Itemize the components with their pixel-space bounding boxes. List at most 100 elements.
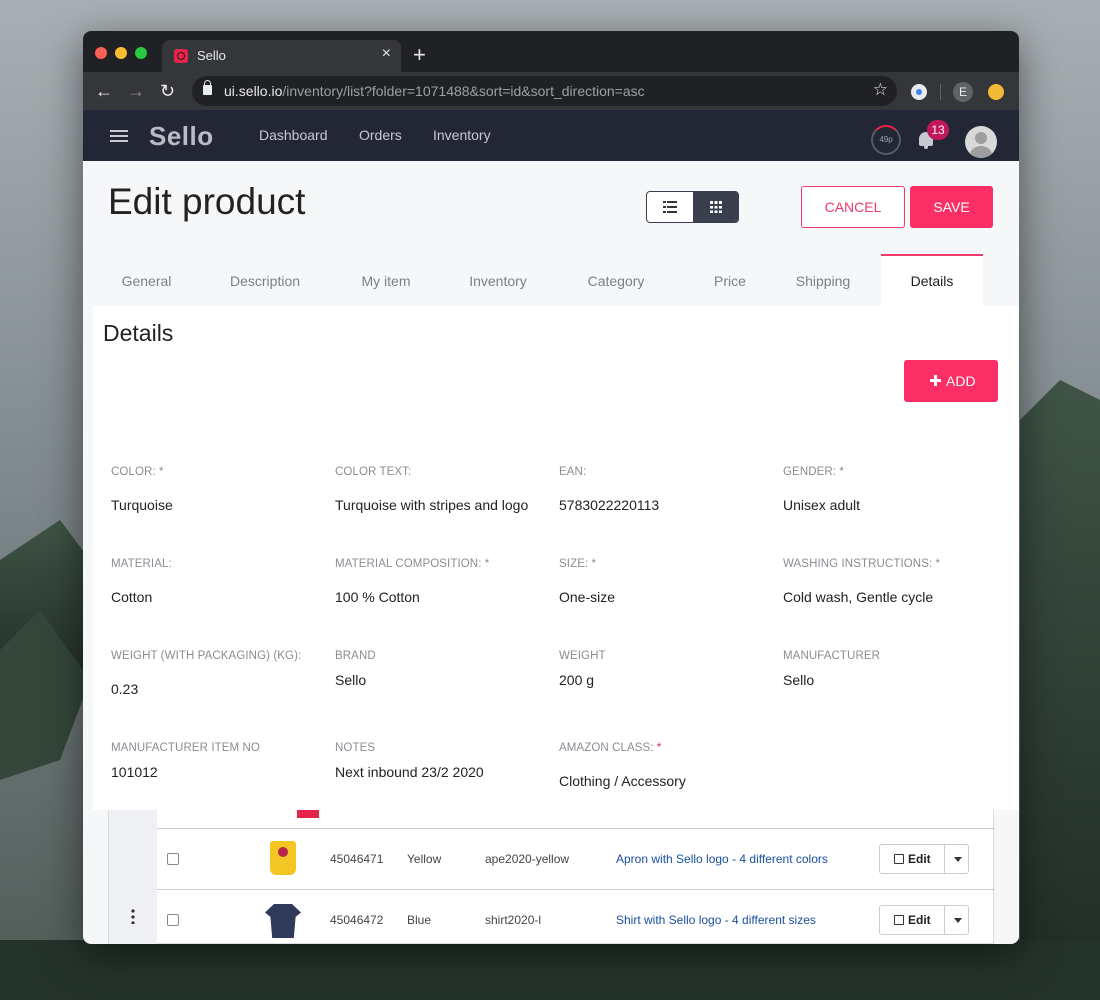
tab-details[interactable]: Details: [881, 254, 983, 306]
new-tab-button[interactable]: +: [413, 42, 426, 68]
list-view-button[interactable]: [647, 192, 693, 222]
notification-count-badge: 13: [927, 120, 949, 140]
tab-inventory[interactable]: Inventory: [448, 254, 548, 306]
field-label: AMAZON CLASS: *: [559, 742, 779, 754]
nav-orders[interactable]: Orders: [359, 127, 402, 143]
url-input[interactable]: ui.sello.io/inventory/list?folder=107148…: [192, 76, 897, 106]
sello-favicon-icon: [174, 49, 188, 63]
nav-dashboard[interactable]: Dashboard: [259, 127, 328, 143]
field-manufacturer-item-no[interactable]: MANUFACTURER ITEM NO 101012: [111, 742, 331, 780]
cancel-button[interactable]: CANCEL: [801, 186, 905, 228]
view-toggle: [646, 191, 739, 223]
field-ean[interactable]: EAN: 5783022220113: [559, 466, 779, 513]
field-value: Next inbound 23/2 2020: [335, 764, 484, 780]
table-row[interactable]: 45046471 Yellow ape2020-yellow Apron wit…: [157, 828, 995, 889]
field-weight-packaging[interactable]: WEIGHT (WITH PACKAGING) (KG): 0.23: [111, 650, 331, 697]
details-heading: Details: [103, 320, 174, 346]
toolbar-divider: [940, 84, 941, 100]
hamburger-menu-icon[interactable]: [110, 130, 128, 142]
row-checkbox[interactable]: [167, 914, 179, 926]
row-color: Blue: [407, 913, 432, 927]
row-checkbox[interactable]: [167, 853, 179, 865]
save-button[interactable]: SAVE: [910, 186, 993, 228]
field-label: COLOR: *: [111, 466, 164, 478]
field-label-text: AMAZON CLASS:: [559, 742, 654, 754]
field-material[interactable]: MATERIAL: Cotton: [111, 558, 331, 605]
field-manufacturer[interactable]: MANUFACTURER Sello: [783, 650, 1003, 688]
apron-thumbnail: [270, 841, 296, 875]
field-brand[interactable]: BRAND Sello: [335, 650, 555, 688]
field-amazon-class[interactable]: AMAZON CLASS: * Clothing / Accessory: [559, 742, 779, 789]
grid-icon: [710, 201, 722, 213]
field-label: MANUFACTURER ITEM NO: [111, 742, 260, 754]
inventory-table-background: 45046471 Yellow ape2020-yellow Apron wit…: [108, 810, 995, 944]
tab-price[interactable]: Price: [680, 254, 780, 306]
list-icon: [663, 201, 677, 213]
kebab-menu-icon[interactable]: [131, 908, 135, 924]
tab-category[interactable]: Category: [566, 254, 666, 306]
edit-divider: [944, 906, 945, 934]
field-washing-instructions[interactable]: WASHING INSTRUCTIONS: * Cold wash, Gentl…: [783, 558, 1003, 605]
url-path: /inventory/list?folder=1071488&sort=id&s…: [282, 83, 645, 99]
quota-gauge[interactable]: 49p: [871, 125, 901, 155]
back-icon[interactable]: ←: [95, 81, 113, 102]
row-edit-button[interactable]: Edit: [879, 844, 969, 874]
field-value: Clothing / Accessory: [559, 773, 686, 789]
field-label: MATERIAL COMPOSITION: *: [335, 558, 490, 570]
row-edit-button[interactable]: Edit: [879, 905, 969, 935]
field-value: Turquoise: [111, 497, 173, 513]
add-detail-button[interactable]: ADD: [904, 360, 998, 402]
field-notes[interactable]: NOTES Next inbound 23/2 2020: [335, 742, 555, 780]
tab-shipping[interactable]: Shipping: [773, 254, 873, 306]
field-value: Sello: [783, 672, 815, 688]
extension-coin-icon[interactable]: [988, 84, 1004, 100]
field-gender[interactable]: GENDER: * Unisex adult: [783, 466, 1003, 513]
address-bar: ← → ↻ ui.sello.io/inventory/list?folder=…: [83, 72, 1019, 110]
field-color[interactable]: COLOR: * Turquoise: [111, 466, 331, 513]
row-title-link[interactable]: Shirt with Sello logo - 4 different size…: [616, 913, 816, 927]
field-size[interactable]: SIZE: * One-size: [559, 558, 779, 605]
row-title-link[interactable]: Apron with Sello logo - 4 different colo…: [616, 852, 828, 866]
caret-down-icon[interactable]: [954, 857, 962, 862]
row-id: 45046471: [330, 852, 384, 866]
forward-icon[interactable]: →: [127, 81, 145, 102]
reload-icon[interactable]: ↻: [160, 81, 175, 102]
tab-description[interactable]: Description: [205, 254, 325, 306]
user-avatar[interactable]: [965, 126, 997, 158]
field-weight[interactable]: WEIGHT 200 g: [559, 650, 779, 688]
tab-my-item[interactable]: My item: [336, 254, 436, 306]
caret-down-icon[interactable]: [954, 918, 962, 923]
url-host: ui.sello.io: [224, 83, 283, 99]
lock-icon[interactable]: [203, 80, 212, 95]
details-card: Details ADD COLOR: * Turquoise COLOR TEX…: [93, 306, 1019, 810]
row-id: 45046472: [330, 913, 384, 927]
edit-label: Edit: [908, 913, 931, 927]
edit-label: Edit: [908, 852, 931, 866]
minimize-window-button[interactable]: [115, 47, 127, 59]
field-value: 200 g: [559, 672, 595, 688]
extension-icon[interactable]: [911, 84, 927, 100]
url-text: ui.sello.io/inventory/list?folder=107148…: [224, 83, 645, 99]
field-value: Cotton: [111, 589, 153, 605]
close-window-button[interactable]: [95, 47, 107, 59]
edit-divider: [944, 845, 945, 873]
field-color-text[interactable]: COLOR TEXT: Turquoise with stripes and l…: [335, 466, 555, 513]
grid-view-button[interactable]: [693, 192, 738, 222]
browser-tab-sello[interactable]: Sello ×: [162, 40, 401, 72]
field-label: WASHING INSTRUCTIONS: *: [783, 558, 941, 570]
browser-window: Sello × + ← → ↻ ui.sello.io/inventory/li…: [83, 31, 1019, 944]
table-row[interactable]: 45046472 Blue shirt2020-l Shirt with Sel…: [157, 889, 995, 944]
field-value: 100 % Cotton: [335, 589, 420, 605]
close-tab-icon[interactable]: ×: [382, 45, 391, 63]
nav-inventory[interactable]: Inventory: [433, 127, 491, 143]
profile-avatar[interactable]: E: [953, 82, 973, 102]
field-material-composition[interactable]: MATERIAL COMPOSITION: * 100 % Cotton: [335, 558, 555, 605]
bookmark-star-icon[interactable]: ☆: [873, 80, 888, 100]
browser-tab-title: Sello: [197, 48, 226, 63]
tab-bar: Sello × +: [83, 31, 1019, 72]
field-label: EAN:: [559, 466, 587, 478]
tab-general[interactable]: General: [93, 254, 200, 306]
sello-logo[interactable]: Sello: [149, 121, 214, 152]
maximize-window-button[interactable]: [135, 47, 147, 59]
field-label: MATERIAL:: [111, 558, 172, 570]
